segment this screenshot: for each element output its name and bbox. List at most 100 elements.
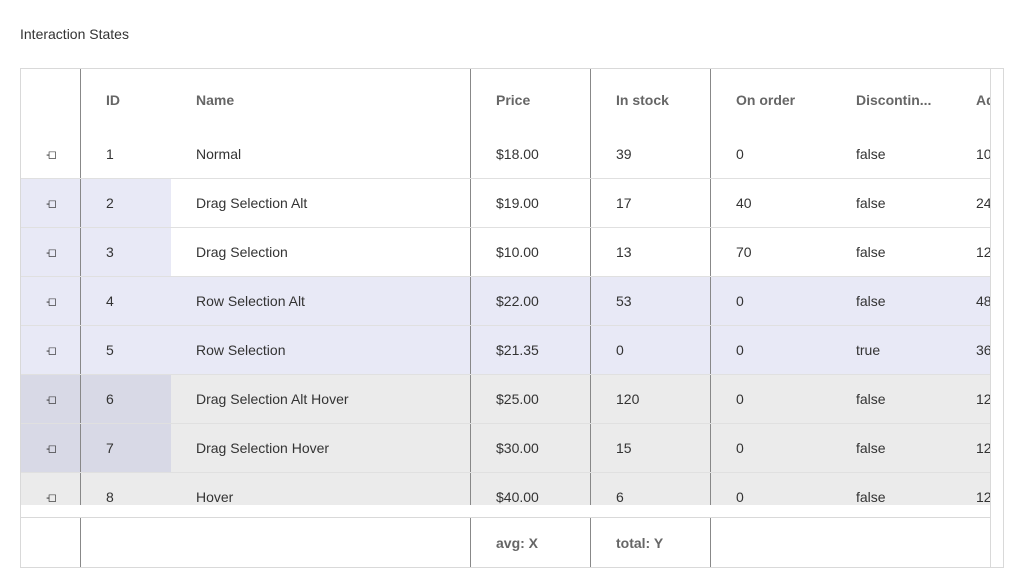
- cell-added[interactable]: 12: [951, 473, 991, 505]
- cell-discontinued[interactable]: false: [831, 473, 951, 505]
- cell-in-stock[interactable]: 17: [591, 179, 711, 227]
- cell-id[interactable]: 8: [81, 473, 171, 505]
- cell-on-order[interactable]: 0: [711, 277, 831, 325]
- footer-pin-cell: [21, 518, 81, 567]
- cell-discontinued[interactable]: false: [831, 179, 951, 227]
- cell-name[interactable]: Row Selection Alt: [171, 277, 471, 325]
- cell-price[interactable]: $18.00: [471, 130, 591, 178]
- pin-icon: -◻: [46, 295, 57, 308]
- cell-name[interactable]: Drag Selection Alt: [171, 179, 471, 227]
- cell-on-order[interactable]: 40: [711, 179, 831, 227]
- pin-icon: -◻: [46, 442, 57, 455]
- cell-in-stock[interactable]: 15: [591, 424, 711, 472]
- cell-added[interactable]: 12: [951, 424, 991, 472]
- cell-on-order[interactable]: 0: [711, 473, 831, 505]
- cell-id[interactable]: 5: [81, 326, 171, 374]
- pin-icon: -◻: [46, 344, 57, 357]
- pin-row-button[interactable]: -◻: [21, 277, 81, 325]
- pin-row-button[interactable]: -◻: [21, 130, 81, 178]
- column-header-added[interactable]: Ad: [951, 69, 991, 130]
- cell-name[interactable]: Drag Selection Hover: [171, 424, 471, 472]
- footer-id-cell: [81, 518, 171, 567]
- cell-discontinued[interactable]: false: [831, 130, 951, 178]
- column-header-price[interactable]: Price: [471, 69, 591, 130]
- cell-price[interactable]: $22.00: [471, 277, 591, 325]
- cell-discontinued[interactable]: false: [831, 277, 951, 325]
- data-grid: ID Name Price In stock On order Disconti…: [20, 68, 1004, 568]
- cell-name[interactable]: Drag Selection Alt Hover: [171, 375, 471, 423]
- cell-name[interactable]: Hover: [171, 473, 471, 505]
- header-pin-cell: [21, 69, 81, 130]
- cell-in-stock[interactable]: 53: [591, 277, 711, 325]
- cell-added[interactable]: 48: [951, 277, 991, 325]
- column-header-id[interactable]: ID: [81, 69, 171, 130]
- cell-id[interactable]: 1: [81, 130, 171, 178]
- pin-row-button[interactable]: -◻: [21, 473, 81, 505]
- table-row[interactable]: -◻ 7 Drag Selection Hover $30.00 15 0 false 12: [21, 424, 991, 473]
- pin-icon: -◻: [46, 197, 57, 210]
- pin-icon: -◻: [46, 491, 57, 504]
- cell-added[interactable]: 12: [951, 228, 991, 276]
- vertical-scrollbar[interactable]: [990, 69, 1003, 567]
- column-header-on-order[interactable]: On order: [711, 69, 831, 130]
- pin-icon: -◻: [46, 246, 57, 259]
- cell-in-stock[interactable]: 6: [591, 473, 711, 505]
- footer-price-summary: avg: X: [471, 518, 591, 567]
- grid-footer: avg: X total: Y: [21, 517, 991, 567]
- grid-body: -◻ 1 Normal $18.00 39 0 false 10 -◻ 2 Drag Selecti…: [21, 130, 991, 505]
- table-row[interactable]: -◻ 3 Drag Selection $10.00 13 70 false 12: [21, 228, 991, 277]
- footer-order-cell: [711, 518, 831, 567]
- cell-discontinued[interactable]: false: [831, 228, 951, 276]
- pin-icon: -◻: [46, 148, 57, 161]
- table-row[interactable]: -◻ 6 Drag Selection Alt Hover $25.00 120 0 fal…: [21, 375, 991, 424]
- table-row[interactable]: -◻ 2 Drag Selection Alt $19.00 17 40 false 24: [21, 179, 991, 228]
- footer-name-cell: [171, 518, 471, 567]
- cell-on-order[interactable]: 0: [711, 130, 831, 178]
- cell-added[interactable]: 36: [951, 326, 991, 374]
- table-row[interactable]: -◻ 1 Normal $18.00 39 0 false 10: [21, 130, 991, 179]
- pin-row-button[interactable]: -◻: [21, 228, 81, 276]
- cell-added[interactable]: 10: [951, 130, 991, 178]
- cell-id[interactable]: 7: [81, 424, 171, 472]
- pin-row-button[interactable]: -◻: [21, 179, 81, 227]
- cell-price[interactable]: $30.00: [471, 424, 591, 472]
- page-title: Interaction States: [20, 26, 129, 42]
- cell-price[interactable]: $21.35: [471, 326, 591, 374]
- table-row[interactable]: -◻ 5 Row Selection $21.35 0 0 true 36: [21, 326, 991, 375]
- cell-id[interactable]: 4: [81, 277, 171, 325]
- footer-stock-summary: total: Y: [591, 518, 711, 567]
- cell-discontinued[interactable]: true: [831, 326, 951, 374]
- cell-added[interactable]: 12: [951, 375, 991, 423]
- cell-price[interactable]: $19.00: [471, 179, 591, 227]
- cell-discontinued[interactable]: false: [831, 375, 951, 423]
- cell-price[interactable]: $40.00: [471, 473, 591, 505]
- cell-on-order[interactable]: 0: [711, 326, 831, 374]
- pin-icon: -◻: [46, 393, 57, 406]
- cell-added[interactable]: 24: [951, 179, 991, 227]
- cell-name[interactable]: Normal: [171, 130, 471, 178]
- grid-header: ID Name Price In stock On order Disconti…: [21, 69, 991, 131]
- table-row[interactable]: -◻ 8 Hover $40.00 6 0 false 12: [21, 473, 991, 505]
- cell-in-stock[interactable]: 120: [591, 375, 711, 423]
- column-header-discontinued[interactable]: Discontin...: [831, 69, 951, 130]
- cell-id[interactable]: 6: [81, 375, 171, 423]
- cell-on-order[interactable]: 0: [711, 424, 831, 472]
- pin-row-button[interactable]: -◻: [21, 326, 81, 374]
- cell-price[interactable]: $25.00: [471, 375, 591, 423]
- cell-name[interactable]: Row Selection: [171, 326, 471, 374]
- pin-row-button[interactable]: -◻: [21, 424, 81, 472]
- cell-on-order[interactable]: 0: [711, 375, 831, 423]
- cell-name[interactable]: Drag Selection: [171, 228, 471, 276]
- table-row[interactable]: -◻ 4 Row Selection Alt $22.00 53 0 false 48: [21, 277, 991, 326]
- cell-in-stock[interactable]: 0: [591, 326, 711, 374]
- column-header-in-stock[interactable]: In stock: [591, 69, 711, 130]
- cell-in-stock[interactable]: 39: [591, 130, 711, 178]
- column-header-name[interactable]: Name: [171, 69, 471, 130]
- cell-on-order[interactable]: 70: [711, 228, 831, 276]
- cell-id[interactable]: 3: [81, 228, 171, 276]
- cell-discontinued[interactable]: false: [831, 424, 951, 472]
- cell-in-stock[interactable]: 13: [591, 228, 711, 276]
- cell-id[interactable]: 2: [81, 179, 171, 227]
- cell-price[interactable]: $10.00: [471, 228, 591, 276]
- pin-row-button[interactable]: -◻: [21, 375, 81, 423]
